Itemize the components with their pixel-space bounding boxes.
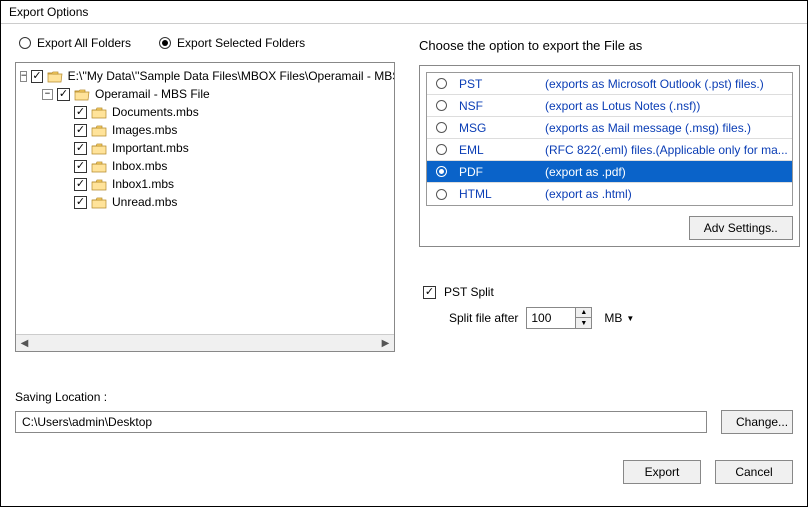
tree-label: Inbox.mbs [112,159,167,173]
pst-split-checkbox[interactable] [423,286,436,299]
split-unit-dropdown[interactable]: MB ▼ [600,309,638,327]
format-option-html[interactable]: HTML (export as .html) [427,183,792,205]
folder-icon [91,106,107,119]
format-name: EML [455,143,545,157]
folder-icon [91,124,107,137]
checkbox[interactable] [31,70,42,83]
spinner-up-icon[interactable]: ▲ [576,308,591,318]
format-name: NSF [455,99,545,113]
radio-icon [436,166,447,177]
radio-icon [436,78,447,89]
checkbox[interactable] [74,124,87,137]
radio-icon [159,37,171,49]
format-group: PST (exports as Microsoft Outlook (.pst)… [419,65,800,247]
horizontal-scrollbar[interactable]: ◀ ▶ [16,334,394,351]
tree-label: Operamail - MBS File [95,87,210,101]
export-options-dialog: Export Options Export All Folders Export… [0,0,808,507]
format-desc: (exports as Microsoft Outlook (.pst) fil… [545,77,792,91]
tree-label: Unread.mbs [112,195,177,209]
folder-tree[interactable]: − E:\''My Data\''Sample Data Files\MBOX … [15,62,395,352]
folder-icon [91,160,107,173]
format-list: PST (exports as Microsoft Outlook (.pst)… [426,72,793,206]
format-desc: (export as Lotus Notes (.nsf)) [545,99,792,113]
checkbox[interactable] [74,178,87,191]
tree-item[interactable]: Inbox1.mbs [18,175,392,193]
format-option-pst[interactable]: PST (exports as Microsoft Outlook (.pst)… [427,73,792,95]
tree-item[interactable]: Important.mbs [18,139,392,157]
format-option-eml[interactable]: EML (RFC 822(.eml) files.(Applicable onl… [427,139,792,161]
format-name: HTML [455,187,545,201]
format-desc: (export as .html) [545,187,792,201]
tree-item[interactable]: Inbox.mbs [18,157,392,175]
saving-location-label: Saving Location : [15,390,793,404]
radio-icon [436,144,447,155]
format-option-pdf[interactable]: PDF (export as .pdf) [427,161,792,183]
tree-item[interactable]: Unread.mbs [18,193,392,211]
format-option-nsf[interactable]: NSF (export as Lotus Notes (.nsf)) [427,95,792,117]
format-desc: (export as .pdf) [545,165,792,179]
folder-icon [91,178,107,191]
tree-label: Important.mbs [112,141,189,155]
checkbox[interactable] [74,160,87,173]
tree-root[interactable]: − E:\''My Data\''Sample Data Files\MBOX … [18,67,392,85]
format-desc: (exports as Mail message (.msg) files.) [545,121,792,135]
window-title: Export Options [1,1,807,24]
chevron-down-icon: ▼ [626,314,634,323]
checkbox[interactable] [74,196,87,209]
format-desc: (RFC 822(.eml) files.(Applicable only fo… [545,143,792,157]
folder-open-icon [74,88,90,101]
scroll-right-icon[interactable]: ▶ [377,335,394,352]
checkbox[interactable] [57,88,70,101]
saving-location-input[interactable] [15,411,707,433]
scroll-track[interactable] [33,335,377,352]
scroll-left-icon[interactable]: ◀ [16,335,33,352]
export-button[interactable]: Export [623,460,701,484]
spinner-down-icon[interactable]: ▼ [576,318,591,328]
cancel-button[interactable]: Cancel [715,460,793,484]
collapse-icon[interactable]: − [42,89,53,100]
tree-label: Inbox1.mbs [112,177,174,191]
radio-icon [436,189,447,200]
pst-split-label: PST Split [444,285,494,299]
format-option-msg[interactable]: MSG (exports as Mail message (.msg) file… [427,117,792,139]
radio-label: Export Selected Folders [177,36,305,50]
tree-label: Documents.mbs [112,105,199,119]
split-value-input[interactable] [527,308,575,328]
checkbox[interactable] [74,106,87,119]
radio-export-selected[interactable]: Export Selected Folders [159,36,305,50]
radio-export-all[interactable]: Export All Folders [19,36,131,50]
tree-item[interactable]: Images.mbs [18,121,392,139]
export-format-header: Choose the option to export the File as [419,38,800,53]
collapse-icon[interactable]: − [20,71,27,82]
radio-icon [19,37,31,49]
folder-icon [91,142,107,155]
format-name: PST [455,77,545,91]
change-button[interactable]: Change... [721,410,793,434]
tree-label: E:\''My Data\''Sample Data Files\MBOX Fi… [68,69,395,83]
radio-icon [436,100,447,111]
adv-settings-button[interactable]: Adv Settings.. [689,216,793,240]
tree-label: Images.mbs [112,123,177,137]
checkbox[interactable] [74,142,87,155]
folder-open-icon [47,70,63,83]
tree-sub[interactable]: − Operamail - MBS File [18,85,392,103]
tree-item[interactable]: Documents.mbs [18,103,392,121]
format-name: PDF [455,165,545,179]
split-value-spinner[interactable]: ▲ ▼ [526,307,592,329]
folder-icon [91,196,107,209]
split-after-label: Split file after [449,311,518,325]
format-name: MSG [455,121,545,135]
radio-label: Export All Folders [37,36,131,50]
split-unit-label: MB [604,311,622,325]
radio-icon [436,122,447,133]
